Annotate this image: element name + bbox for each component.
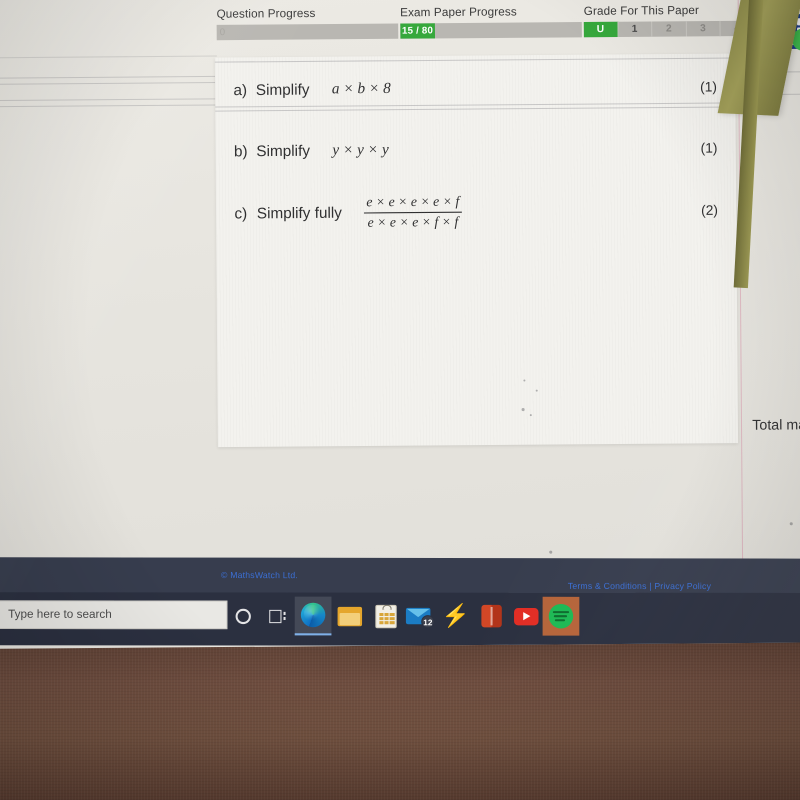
question-progress-label: Question Progress [216, 7, 316, 21]
windows-taskbar: Type here to search 12 ⚡ [0, 592, 800, 647]
privacy-policy-link[interactable]: Privacy Policy [654, 581, 711, 591]
screen-speck [535, 389, 538, 392]
total-marks-label: Total ma [752, 416, 800, 433]
question-row-c: c) Simplify fully e × e × e × e × f e × … [216, 188, 737, 235]
card-divider [214, 57, 736, 63]
question-letter-c: c) [234, 204, 248, 223]
grade-cell-3[interactable]: 3 [686, 20, 721, 37]
fraction-numerator: e × e × e × e × f [364, 192, 462, 213]
question-marks-c: (2) [701, 202, 718, 218]
fraction-denominator: e × e × e × f × f [367, 213, 459, 230]
question-expression-a: a × b × 8 [331, 80, 391, 97]
grade-cell-1[interactable]: 1 [617, 21, 653, 38]
copyright-text: © MathsWatch Ltd. [220, 569, 299, 581]
question-verb-b: Simplify [256, 141, 311, 160]
screen-speck [521, 408, 525, 412]
question-expression-b: y × y × y [332, 141, 389, 159]
screen-speck [549, 550, 553, 554]
task-view-icon[interactable] [262, 601, 293, 632]
exam-paper-progress-label: Exam Paper Progress [400, 6, 517, 20]
laptop-photo: hp Question Progress 0 Exam Paper Progre… [0, 0, 800, 800]
lightning-bolt-icon[interactable]: ⚡ [438, 597, 475, 636]
question-marks-b: (1) [700, 139, 718, 156]
screen-speck [789, 522, 793, 526]
question-row-b: b) Simplify y × y × y (1) [215, 131, 735, 168]
question-expression-c: e × e × e × e × f e × e × e × f × f [364, 192, 462, 231]
cortana-icon[interactable] [227, 601, 258, 632]
screen-speck [523, 379, 526, 382]
microsoft-store-icon[interactable] [367, 597, 404, 636]
office-icon[interactable] [473, 597, 510, 636]
exam-paper-progress-block: Exam Paper Progress 15 / 80 [400, 6, 582, 39]
footer-links: Terms & Conditions | Privacy Policy [568, 581, 711, 591]
question-letter-b: b) [233, 142, 248, 160]
question-verb-c: Simplify fully [256, 203, 342, 222]
question-marks-a: (1) [700, 78, 717, 95]
question-letter-a: a) [233, 81, 248, 99]
laptop-bezel: hp [0, 636, 800, 800]
youtube-icon[interactable] [508, 597, 545, 636]
grade-cell-u[interactable]: U [583, 21, 619, 38]
spotify-icon[interactable] [542, 596, 580, 636]
mail-badge-count: 12 [421, 615, 435, 629]
question-progress-bar: 0 [216, 23, 399, 41]
grade-cell-2[interactable]: 2 [652, 21, 687, 37]
question-progress-value: 0 [219, 26, 226, 39]
question-row-a: a) Simplify a × b × 8 (1) [215, 70, 735, 107]
terms-and-conditions-link[interactable]: Terms & Conditions [568, 581, 647, 591]
exam-paper-progress-value: 15 / 80 [400, 23, 435, 39]
laptop-screen: Question Progress 0 Exam Paper Progress … [0, 0, 800, 649]
microsoft-edge-icon[interactable] [294, 596, 332, 636]
mail-icon[interactable]: 12 [401, 597, 438, 636]
footer-link-separator: | [649, 580, 652, 592]
file-explorer-icon[interactable] [331, 597, 368, 636]
search-placeholder-text: Type here to search [8, 608, 112, 621]
progress-status-strip: Question Progress 0 Exam Paper Progress … [216, 4, 788, 55]
question-card: a) Simplify a × b × 8 (1) b) Simplify y … [214, 53, 739, 448]
taskbar-search-box[interactable]: Type here to search [0, 600, 228, 630]
question-progress-block: Question Progress 0 [216, 7, 399, 41]
exam-paper-progress-bar: 15 / 80 [400, 22, 582, 39]
question-verb-a: Simplify [255, 80, 310, 99]
screen-speck [529, 414, 532, 417]
card-divider [215, 106, 736, 112]
